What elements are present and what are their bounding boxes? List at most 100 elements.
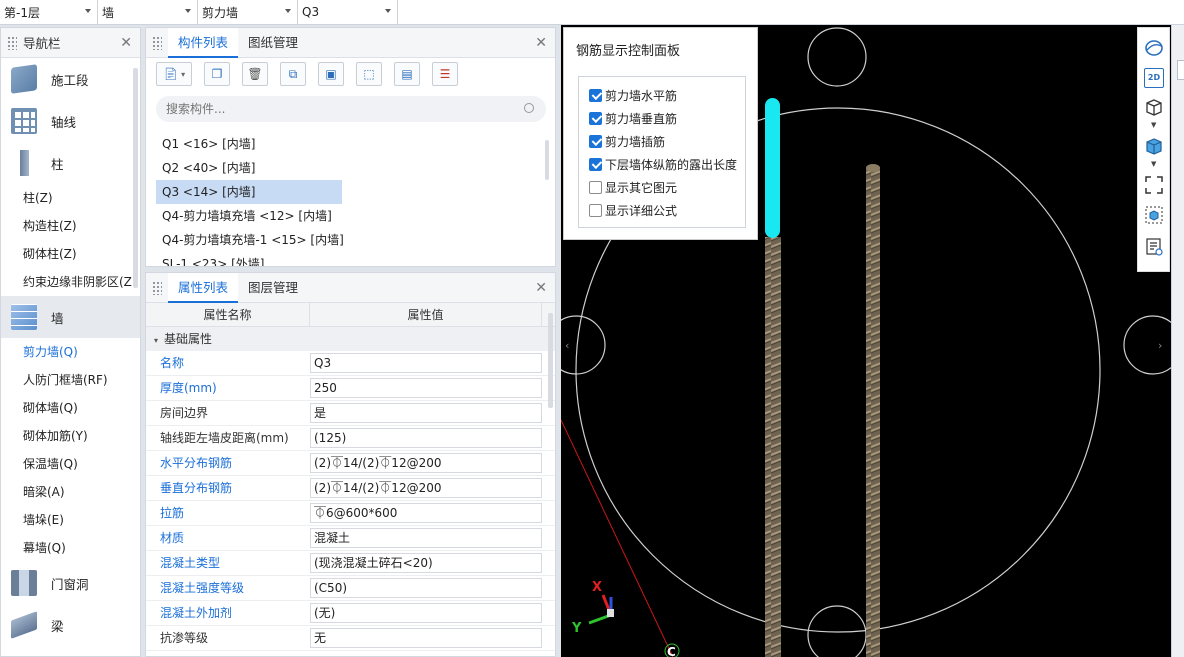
copy-button[interactable]: ❐	[204, 62, 230, 86]
nav-item-grid-axis[interactable]: 轴线	[1, 100, 140, 142]
nav-sub-masonry-reinforcement[interactable]: 砌体加筋(Y)	[1, 422, 140, 450]
property-value-field[interactable]: Q3	[310, 353, 542, 373]
nav-sub-masonry-wall[interactable]: 砌体墙(Q)	[1, 394, 140, 422]
checkbox[interactable]	[589, 180, 602, 194]
vertical-rebar-left-bar[interactable]	[765, 237, 781, 657]
nav-sub-shear-wall[interactable]: 剪力墙(Q)	[1, 338, 140, 366]
nav-scrollbar[interactable]	[133, 68, 138, 288]
list-item[interactable]: Q2 <40> [内墙]	[156, 156, 342, 180]
drag-handle-icon[interactable]	[152, 35, 162, 50]
duplicate-button[interactable]: ⧉	[280, 62, 306, 86]
option-shear-wall-vertical[interactable]: 剪力墙垂直筋	[589, 108, 677, 128]
property-value-field[interactable]: (2)⏁14/(2)⏁12@200	[310, 453, 542, 473]
chevron-right-icon[interactable]: ›	[1158, 339, 1162, 352]
property-scrollbar[interactable]	[548, 313, 553, 408]
nav-sub-civil-defense-door-wall[interactable]: 人防门框墙(RF)	[1, 366, 140, 394]
property-value-field[interactable]: 是	[310, 403, 542, 423]
nav-sub-insulation-wall[interactable]: 保温墙(Q)	[1, 450, 140, 478]
nav-item-beam[interactable]: 梁	[1, 604, 140, 646]
tab-component-list[interactable]: 构件列表	[168, 28, 239, 58]
list-item[interactable]: Q4-剪力墙填充墙 <12> [内墙]	[156, 204, 342, 228]
list-item[interactable]: Q3 <14> [内墙]	[156, 180, 342, 204]
top-selector-bar: 第-1层 墙 剪力墙 Q3	[0, 0, 1184, 25]
list-button[interactable]: ☰	[432, 62, 458, 86]
property-value-field[interactable]: (2)⏁14/(2)⏁12@200	[310, 478, 542, 498]
cube-solid-icon[interactable]	[1144, 136, 1164, 156]
component-search[interactable]	[156, 96, 546, 122]
checkbox[interactable]	[589, 157, 602, 171]
property-value-field[interactable]: 250	[310, 378, 542, 398]
element-select[interactable]: Q3	[298, 0, 398, 24]
option-shear-wall-dowel[interactable]: 剪力墙插筋	[589, 131, 665, 151]
checkbox[interactable]	[589, 88, 602, 102]
table-row: 混凝土外加剂 (无)	[146, 601, 555, 626]
property-value-field[interactable]: 混凝土	[310, 528, 542, 548]
option-lower-wall-exposed-length[interactable]: 下层墙体纵筋的露出长度	[589, 154, 737, 174]
nav-item-door-window[interactable]: 门窗洞	[1, 562, 140, 604]
search-input[interactable]	[166, 102, 516, 116]
tab-drawing-management[interactable]: 图纸管理	[238, 28, 308, 58]
category-select[interactable]: 墙	[98, 0, 198, 24]
list-item[interactable]: SL-1 <23> [外墙]	[156, 252, 342, 266]
col-property-value: 属性值	[310, 303, 542, 326]
cube-wireframe-icon[interactable]	[1144, 97, 1164, 117]
list-item[interactable]: Q4-剪力墙填充墙-1 <15> [内墙]	[156, 228, 344, 252]
drag-handle-icon[interactable]	[152, 280, 162, 295]
checkbox[interactable]	[589, 134, 602, 148]
view-2d-button[interactable]: 2D	[1144, 68, 1164, 88]
close-icon[interactable]: ✕	[535, 35, 547, 51]
new-component-button[interactable]: 📄︎ ▾	[156, 62, 192, 86]
nav-sub-hidden-beam[interactable]: 暗梁(A)	[1, 478, 140, 506]
property-value-field[interactable]: (无)	[310, 603, 542, 623]
nav-sub-curtain-wall[interactable]: 幕墙(Q)	[1, 534, 140, 562]
property-value-field[interactable]: (现浇混凝土碎石<20)	[310, 553, 542, 573]
list-item[interactable]: Q1 <16> [内墙]	[156, 132, 342, 156]
table-row: 混凝土类型 (现浇混凝土碎石<20)	[146, 551, 555, 576]
layer-copy-button[interactable]: ▣	[318, 62, 344, 86]
checkbox[interactable]	[589, 203, 602, 217]
chevron-down-icon[interactable]: ▼	[1151, 121, 1156, 129]
type-select[interactable]: 剪力墙	[198, 0, 298, 24]
property-value-field[interactable]: (C50)	[310, 578, 542, 598]
nav-item-construction-segment[interactable]: 施工段	[1, 58, 140, 100]
right-edge-panel	[1171, 25, 1184, 657]
select-element-icon[interactable]	[1144, 205, 1164, 225]
chevron-down-icon[interactable]: ▼	[1151, 160, 1156, 168]
close-icon[interactable]: ✕	[535, 280, 547, 296]
floor-select[interactable]: 第-1层	[0, 0, 98, 24]
property-group[interactable]: ▾ 基础属性	[146, 327, 555, 351]
highlighted-rebar[interactable]	[765, 98, 780, 238]
view-list-icon[interactable]	[1144, 237, 1164, 257]
chevron-down-icon	[285, 9, 291, 13]
nav-item-wall[interactable]: 墙	[1, 296, 140, 338]
component-scrollbar[interactable]	[545, 140, 549, 180]
property-button[interactable]: ▤	[394, 62, 420, 86]
property-value-field[interactable]: (125)	[310, 428, 542, 448]
checkbox[interactable]	[589, 111, 602, 125]
nav-sub-masonry-column[interactable]: 砌体柱(Z)	[1, 240, 140, 268]
nav-sub-wall-pier[interactable]: 墙垛(E)	[1, 506, 140, 534]
drag-handle-icon[interactable]	[7, 35, 17, 50]
component-list: Q1 <16> [内墙] Q2 <40> [内墙] Q3 <14> [内墙] Q…	[156, 132, 344, 266]
option-show-detailed-formula[interactable]: 显示详细公式	[589, 200, 677, 220]
nav-sub-constructional-column[interactable]: 构造柱(Z)	[1, 212, 140, 240]
delete-button[interactable]: 🗑︎	[242, 62, 268, 86]
nav-sub-constraint-edge[interactable]: 约束边缘非阴影区(Z	[1, 268, 140, 296]
nav-sub-column[interactable]: 柱(Z)	[1, 184, 140, 212]
orbit-view-icon[interactable]	[1144, 38, 1164, 58]
property-value-field[interactable]: ⏁6@600*600	[310, 503, 542, 523]
orbit-handle-right[interactable]	[1123, 315, 1171, 375]
fullscreen-icon[interactable]	[1144, 175, 1164, 195]
tab-layer-management[interactable]: 图层管理	[238, 273, 308, 303]
option-shear-wall-horizontal[interactable]: 剪力墙水平筋	[589, 85, 677, 105]
property-value-field[interactable]: 无	[310, 628, 542, 648]
chevron-left-icon[interactable]: ‹	[565, 339, 569, 352]
table-row: 垂直分布钢筋 (2)⏁14/(2)⏁12@200	[146, 476, 555, 501]
property-icon: ▤	[401, 67, 413, 81]
select-button[interactable]: ⬚	[356, 62, 382, 86]
nav-item-column[interactable]: 柱	[1, 142, 140, 184]
orbit-handle-top[interactable]	[807, 27, 867, 87]
option-show-other-elements[interactable]: 显示其它图元	[589, 177, 677, 197]
tab-property-list[interactable]: 属性列表	[168, 273, 239, 303]
close-icon[interactable]: ✕	[120, 35, 132, 51]
